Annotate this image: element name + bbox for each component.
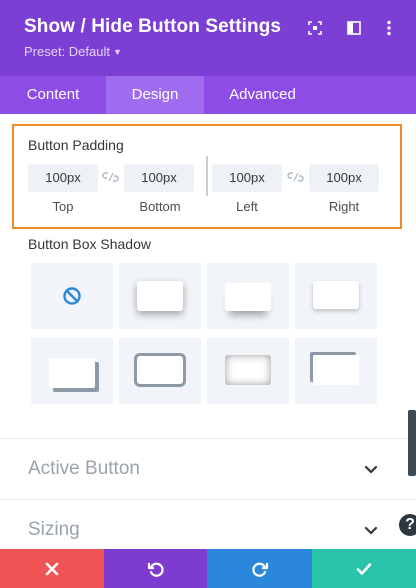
shadow-preview	[313, 355, 359, 385]
shadow-option-inset[interactable]	[207, 338, 289, 404]
settings-tabs: Content Design Advanced	[0, 76, 416, 114]
active-button-toggle[interactable]: Active Button	[28, 458, 140, 480]
padding-top-label: Top	[52, 199, 74, 214]
cancel-button[interactable]	[0, 549, 104, 588]
no-shadow-icon	[63, 287, 81, 305]
chevron-down-icon[interactable]	[361, 460, 381, 480]
link-icon[interactable]	[102, 171, 120, 185]
shadow-preview	[225, 283, 271, 311]
settings-header: Show / Hide Button Settings Preset: Defa…	[0, 0, 416, 76]
shadow-option-subtle[interactable]	[295, 263, 377, 329]
tab-advanced[interactable]: Advanced	[204, 76, 321, 114]
shadow-preview	[137, 281, 183, 311]
redo-button[interactable]	[207, 549, 312, 588]
shadow-preview	[49, 358, 95, 388]
button-padding-group: Button Padding 100px 100px 100px 100px T…	[12, 124, 402, 229]
padding-top-input[interactable]: 100px	[28, 164, 98, 192]
shadow-option-offset-left[interactable]	[31, 338, 113, 404]
sizing-toggle[interactable]: Sizing	[28, 519, 80, 541]
undo-button[interactable]	[104, 549, 207, 588]
preset-label: Preset: Default	[24, 44, 110, 59]
shadow-option-corner-outline[interactable]	[295, 338, 377, 404]
padding-right-label: Right	[328, 199, 360, 214]
caret-down-icon: ▼	[113, 47, 122, 57]
section-divider	[0, 499, 416, 500]
help-button[interactable]: ?	[399, 514, 416, 536]
padding-divider	[206, 156, 208, 196]
scrollbar-thumb[interactable]	[408, 410, 416, 476]
focus-icon[interactable]	[305, 18, 325, 38]
shadow-option-none[interactable]	[31, 263, 113, 329]
more-options-icon[interactable]	[379, 18, 399, 38]
padding-bottom-input[interactable]: 100px	[124, 164, 194, 192]
shadow-preview	[313, 281, 359, 309]
save-button[interactable]	[312, 549, 416, 588]
modal-title: Show / Hide Button Settings	[24, 16, 282, 37]
redo-icon	[251, 562, 268, 577]
padding-bottom-label: Bottom	[139, 199, 181, 214]
tab-content[interactable]: Content	[0, 76, 106, 114]
padding-left-label: Left	[236, 199, 258, 214]
split-layout-icon[interactable]	[344, 18, 364, 38]
box-shadow-label: Button Box Shadow	[28, 236, 151, 252]
button-padding-label: Button Padding	[28, 137, 124, 153]
link-icon[interactable]	[287, 171, 305, 185]
preset-selector[interactable]: Preset: Default ▼	[24, 44, 122, 59]
undo-icon	[147, 562, 164, 577]
shadow-option-bottom[interactable]	[207, 263, 289, 329]
check-icon	[356, 562, 372, 575]
padding-left-input[interactable]: 100px	[212, 164, 282, 192]
padding-right-input[interactable]: 100px	[309, 164, 379, 192]
section-divider	[0, 438, 416, 439]
chevron-down-icon[interactable]	[361, 521, 381, 541]
shadow-option-border-heavy[interactable]	[119, 338, 201, 404]
shadow-preview	[134, 353, 186, 387]
shadow-option-bottom-right[interactable]	[119, 263, 201, 329]
shadow-preview	[225, 355, 271, 385]
tab-design[interactable]: Design	[106, 76, 204, 114]
close-icon	[45, 562, 59, 575]
